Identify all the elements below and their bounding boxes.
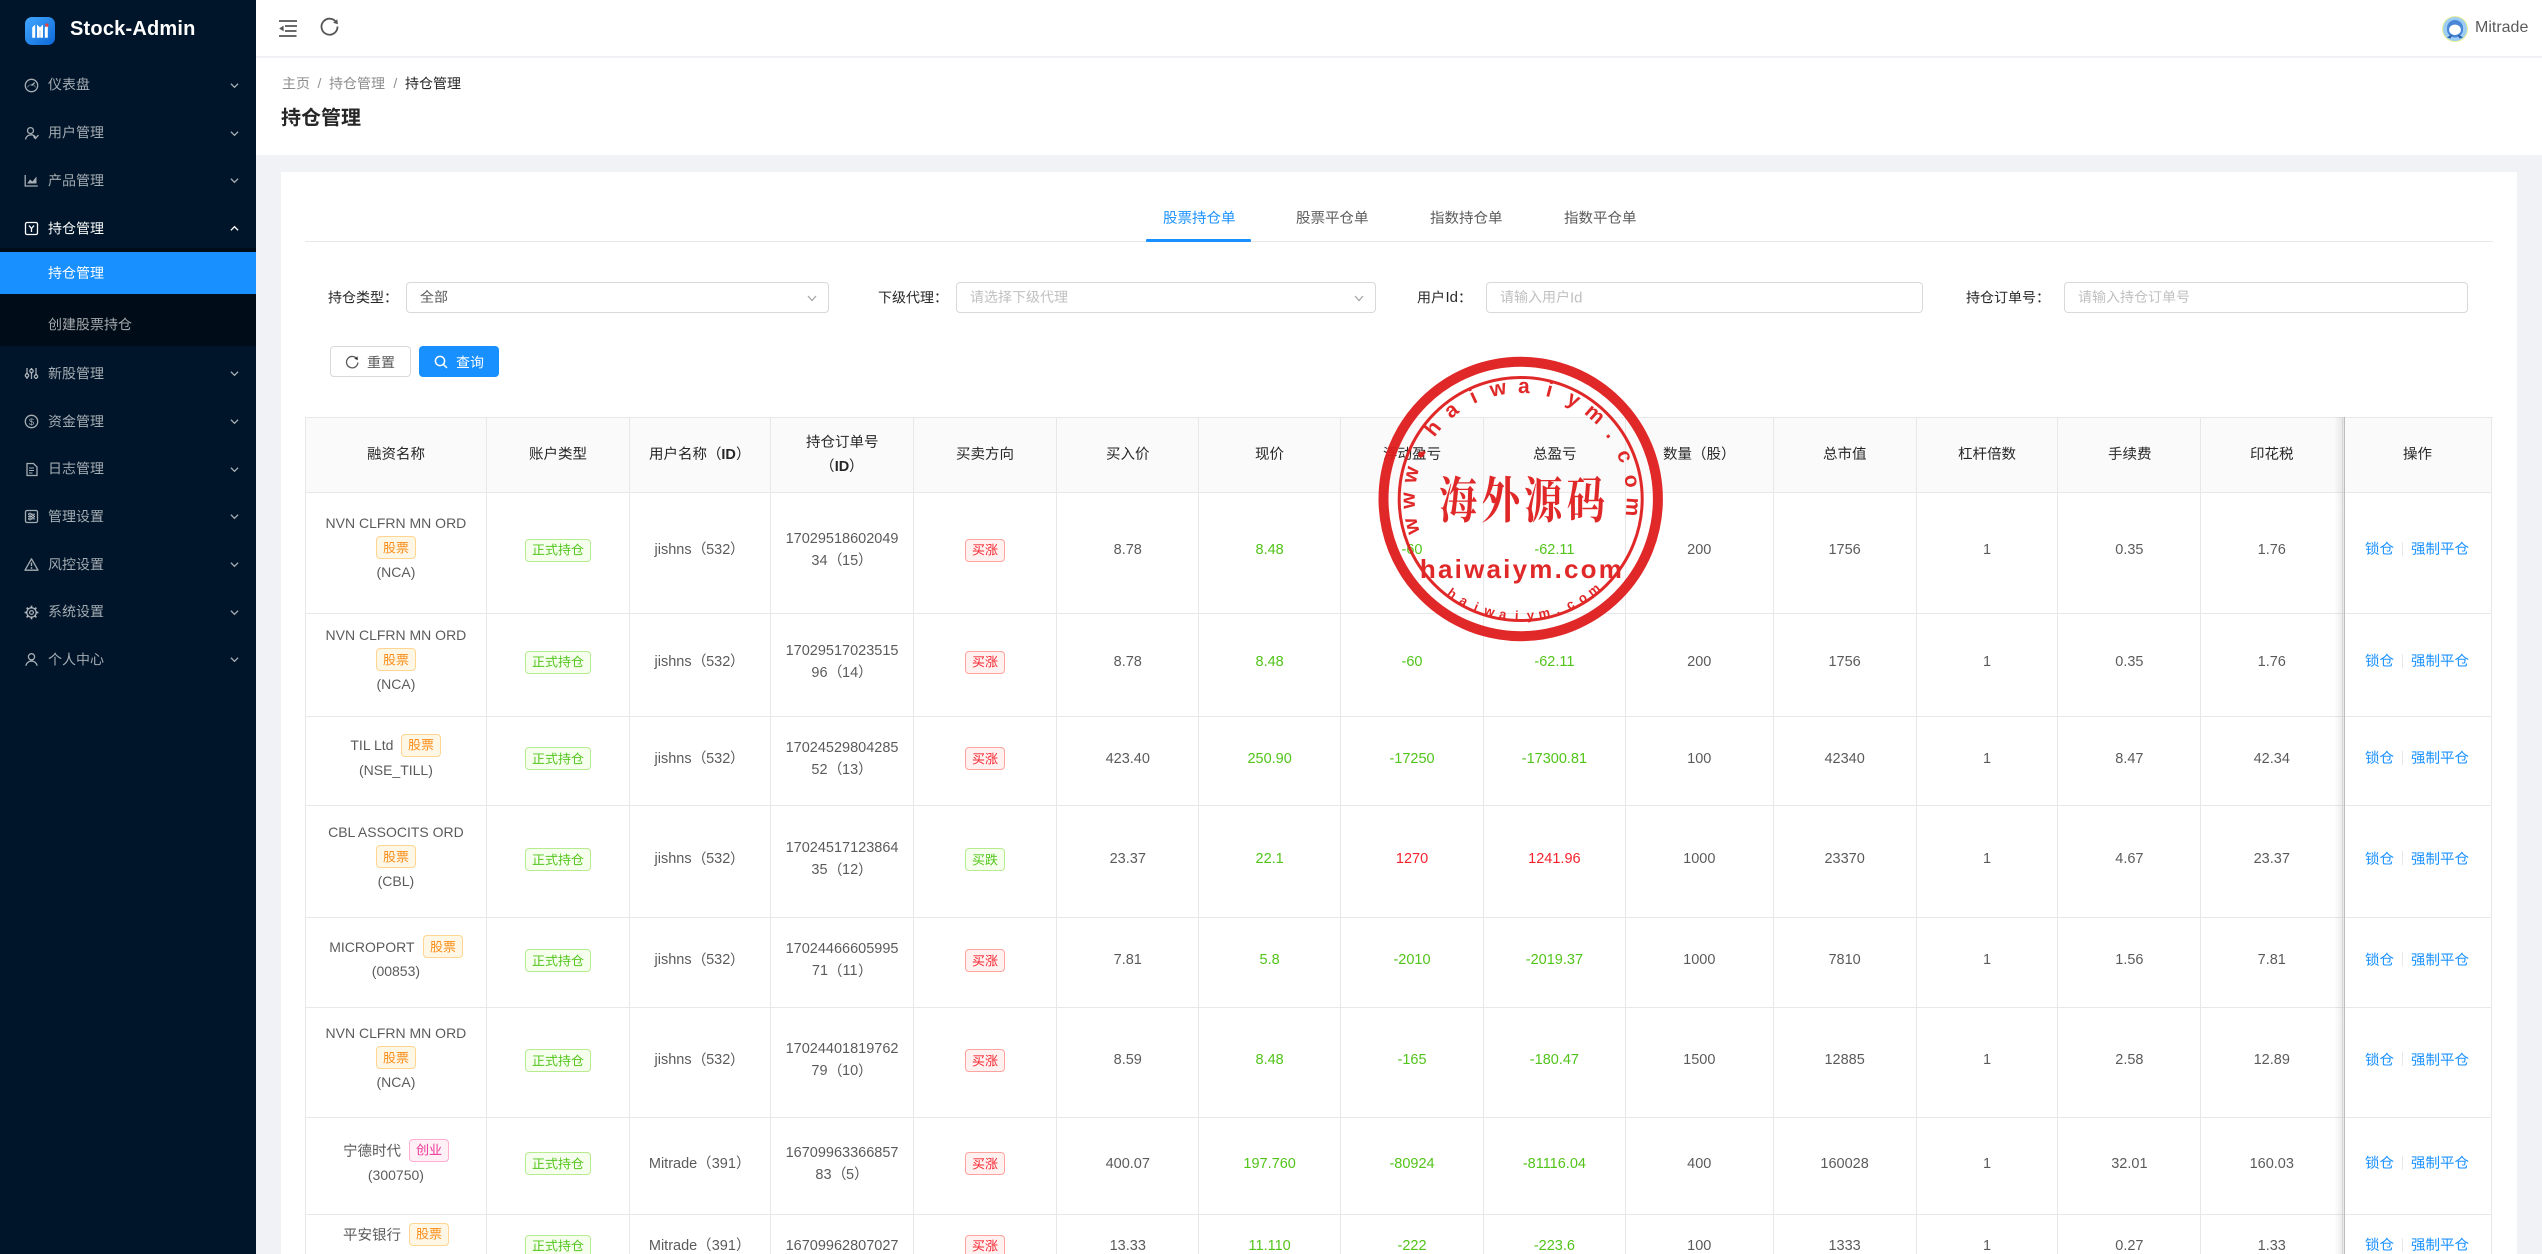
svg-text:$: $ — [29, 417, 34, 427]
